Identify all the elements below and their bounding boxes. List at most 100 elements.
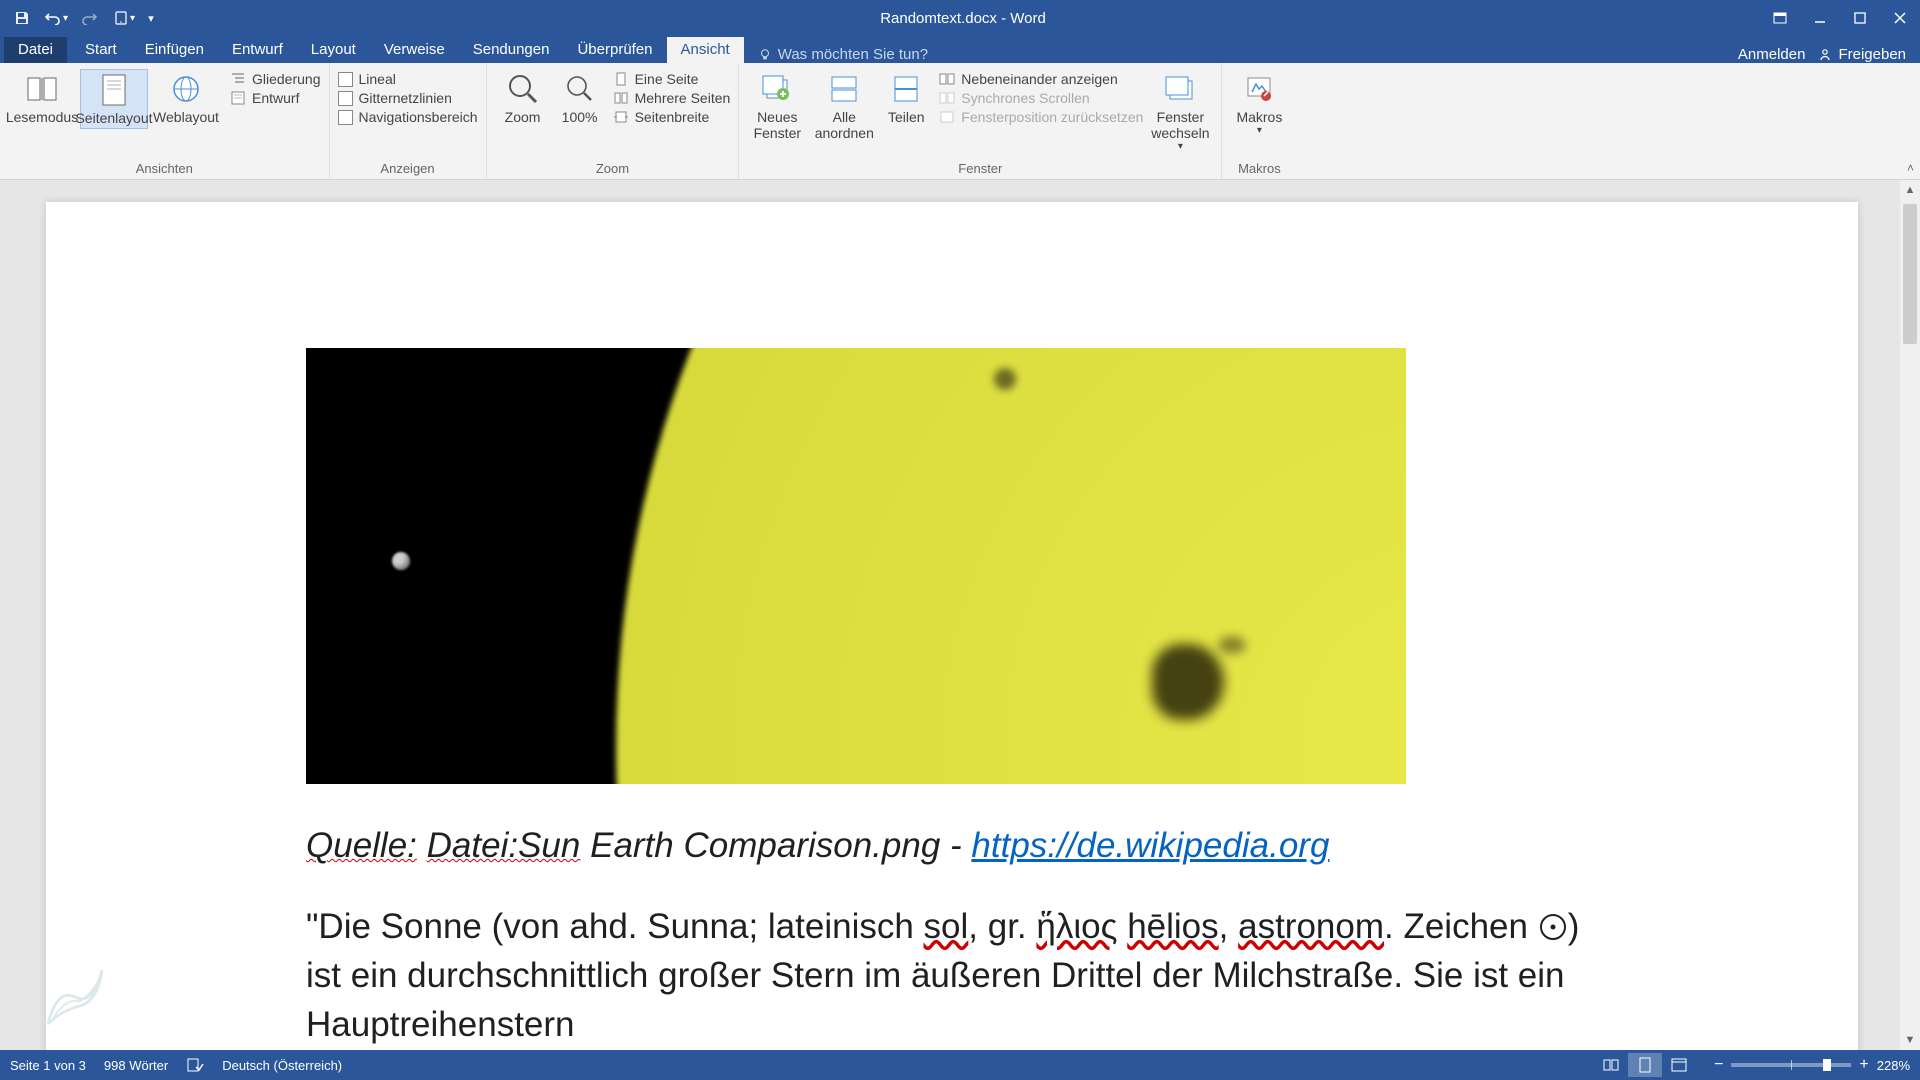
body-paragraph[interactable]: "Die Sonne (von ahd. Sunna; lateinisch s… <box>306 902 1598 1049</box>
document-workspace: Quelle: Datei:Sun Earth Comparison.png -… <box>0 180 1920 1050</box>
new-window-icon <box>759 71 795 107</box>
qat-customize-icon[interactable]: ▾ <box>142 3 160 33</box>
side-by-side-button[interactable]: Nebeneinander anzeigen <box>939 71 1143 87</box>
ruler-checkbox[interactable]: Lineal <box>338 71 478 87</box>
outline-icon <box>230 71 246 87</box>
share-button[interactable]: Freigeben <box>1817 46 1906 63</box>
view-mode-buttons <box>1594 1053 1696 1077</box>
tab-file[interactable]: Datei <box>4 37 67 63</box>
sign-in-link[interactable]: Anmelden <box>1738 46 1806 63</box>
globe-icon <box>168 71 204 107</box>
print-layout-button[interactable]: Seitenlayout <box>80 69 148 129</box>
status-page[interactable]: Seite 1 von 3 <box>10 1058 86 1073</box>
read-mode-button[interactable]: Lesemodus <box>8 69 76 127</box>
zoom-100-button[interactable]: 100% <box>555 69 605 127</box>
ribbon-group-views: Lesemodus Seitenlayout Weblayout Glieder… <box>0 63 330 179</box>
tab-view[interactable]: Ansicht <box>667 37 744 63</box>
side-by-side-icon <box>939 71 955 87</box>
status-web-layout-icon[interactable] <box>1662 1053 1696 1077</box>
scroll-track[interactable] <box>1900 200 1920 1030</box>
sync-scroll-button: Synchrones Scrollen <box>939 90 1143 106</box>
split-icon <box>888 71 924 107</box>
undo-icon[interactable]: ▾ <box>40 3 72 33</box>
book-icon <box>24 71 60 107</box>
document-page[interactable]: Quelle: Datei:Sun Earth Comparison.png -… <box>46 202 1858 1050</box>
watermark-icon <box>30 952 120 1042</box>
tab-review[interactable]: Überprüfen <box>563 37 666 63</box>
source-link[interactable]: https://de.wikipedia.org <box>971 826 1329 865</box>
image-caption[interactable]: Quelle: Datei:Sun Earth Comparison.png -… <box>306 826 1598 866</box>
sync-scroll-icon <box>939 90 955 106</box>
touch-mode-icon[interactable]: ▾ <box>108 3 140 33</box>
tab-insert[interactable]: Einfügen <box>131 37 218 63</box>
reset-window-icon <box>939 109 955 125</box>
tab-start[interactable]: Start <box>71 37 131 63</box>
lightbulb-icon <box>758 48 772 62</box>
magnifier-100-icon <box>562 71 598 107</box>
save-icon[interactable] <box>6 3 38 33</box>
document-image[interactable] <box>306 348 1406 784</box>
switch-window-button[interactable]: Fenster wechseln▾ <box>1147 69 1213 155</box>
minimize-icon[interactable] <box>1800 3 1840 33</box>
ribbon-group-zoom: Zoom 100% Eine Seite Mehrere Seiten Seit… <box>487 63 740 179</box>
zoom-in-button[interactable]: + <box>1859 1056 1868 1074</box>
macros-icon <box>1241 71 1277 107</box>
menu-bar: Datei Start Einfügen Entwurf Layout Verw… <box>0 36 1920 63</box>
zoom-out-button[interactable]: − <box>1714 1056 1723 1074</box>
status-word-count[interactable]: 998 Wörter <box>104 1058 168 1073</box>
zoom-slider[interactable] <box>1731 1063 1851 1067</box>
status-print-layout-icon[interactable] <box>1628 1053 1662 1077</box>
one-page-button[interactable]: Eine Seite <box>613 71 731 87</box>
scroll-down-icon[interactable]: ▼ <box>1900 1030 1920 1050</box>
macros-button[interactable]: Makros▾ <box>1230 69 1288 139</box>
checkbox-icon <box>338 110 353 125</box>
new-window-button[interactable]: Neues Fenster <box>747 69 807 143</box>
scroll-up-icon[interactable]: ▲ <box>1900 180 1920 200</box>
one-page-icon <box>613 71 629 87</box>
checkbox-icon <box>338 91 353 106</box>
maximize-icon[interactable] <box>1840 3 1880 33</box>
multi-page-button[interactable]: Mehrere Seiten <box>613 90 731 106</box>
status-language[interactable]: Deutsch (Österreich) <box>222 1058 342 1073</box>
close-icon[interactable] <box>1880 3 1920 33</box>
group-label-macros: Makros <box>1230 159 1288 179</box>
ribbon-group-macros: Makros▾ Makros <box>1222 63 1296 179</box>
draft-icon <box>230 90 246 106</box>
redo-icon[interactable] <box>74 3 106 33</box>
split-button[interactable]: Teilen <box>881 69 931 127</box>
tab-design[interactable]: Entwurf <box>218 37 297 63</box>
reset-window-button: Fensterposition zurücksetzen <box>939 109 1143 125</box>
title-bar: ▾ ▾ ▾ Randomtext.docx - Word <box>0 0 1920 36</box>
status-read-mode-icon[interactable] <box>1594 1053 1628 1077</box>
checkbox-icon <box>338 72 353 87</box>
tab-mailings[interactable]: Sendungen <box>459 37 564 63</box>
gridlines-checkbox[interactable]: Gitternetzlinien <box>338 90 478 106</box>
tab-layout[interactable]: Layout <box>297 37 370 63</box>
switch-window-icon <box>1162 71 1198 107</box>
tell-me-placeholder: Was möchten Sie tun? <box>778 46 928 63</box>
tell-me-search[interactable]: Was möchten Sie tun? <box>744 46 942 63</box>
group-label-views: Ansichten <box>8 159 321 179</box>
zoom-button[interactable]: Zoom <box>495 69 551 127</box>
spellcheck-icon[interactable] <box>186 1057 204 1073</box>
group-label-show: Anzeigen <box>338 159 478 179</box>
page-icon <box>96 72 132 108</box>
scroll-thumb[interactable] <box>1903 204 1917 344</box>
page-width-icon <box>613 109 629 125</box>
multi-page-icon <box>613 90 629 106</box>
page-width-button[interactable]: Seitenbreite <box>613 109 731 125</box>
navpane-checkbox[interactable]: Navigationsbereich <box>338 109 478 125</box>
vertical-scrollbar[interactable]: ▲ ▼ <box>1900 180 1920 1050</box>
arrange-all-button[interactable]: Alle anordnen <box>811 69 877 143</box>
window-controls <box>1760 3 1920 33</box>
web-layout-button[interactable]: Weblayout <box>152 69 220 127</box>
collapse-ribbon-icon[interactable]: ˄ <box>1907 161 1914 175</box>
tab-references[interactable]: Verweise <box>370 37 459 63</box>
status-bar: Seite 1 von 3 998 Wörter Deutsch (Österr… <box>0 1050 1920 1080</box>
ribbon-display-icon[interactable] <box>1760 3 1800 33</box>
ribbon-group-show: Lineal Gitternetzlinien Navigationsberei… <box>330 63 487 179</box>
zoom-control: − + 228% <box>1714 1056 1910 1074</box>
zoom-level[interactable]: 228% <box>1877 1058 1910 1073</box>
draft-button[interactable]: Entwurf <box>230 90 321 106</box>
outline-button[interactable]: Gliederung <box>230 71 321 87</box>
